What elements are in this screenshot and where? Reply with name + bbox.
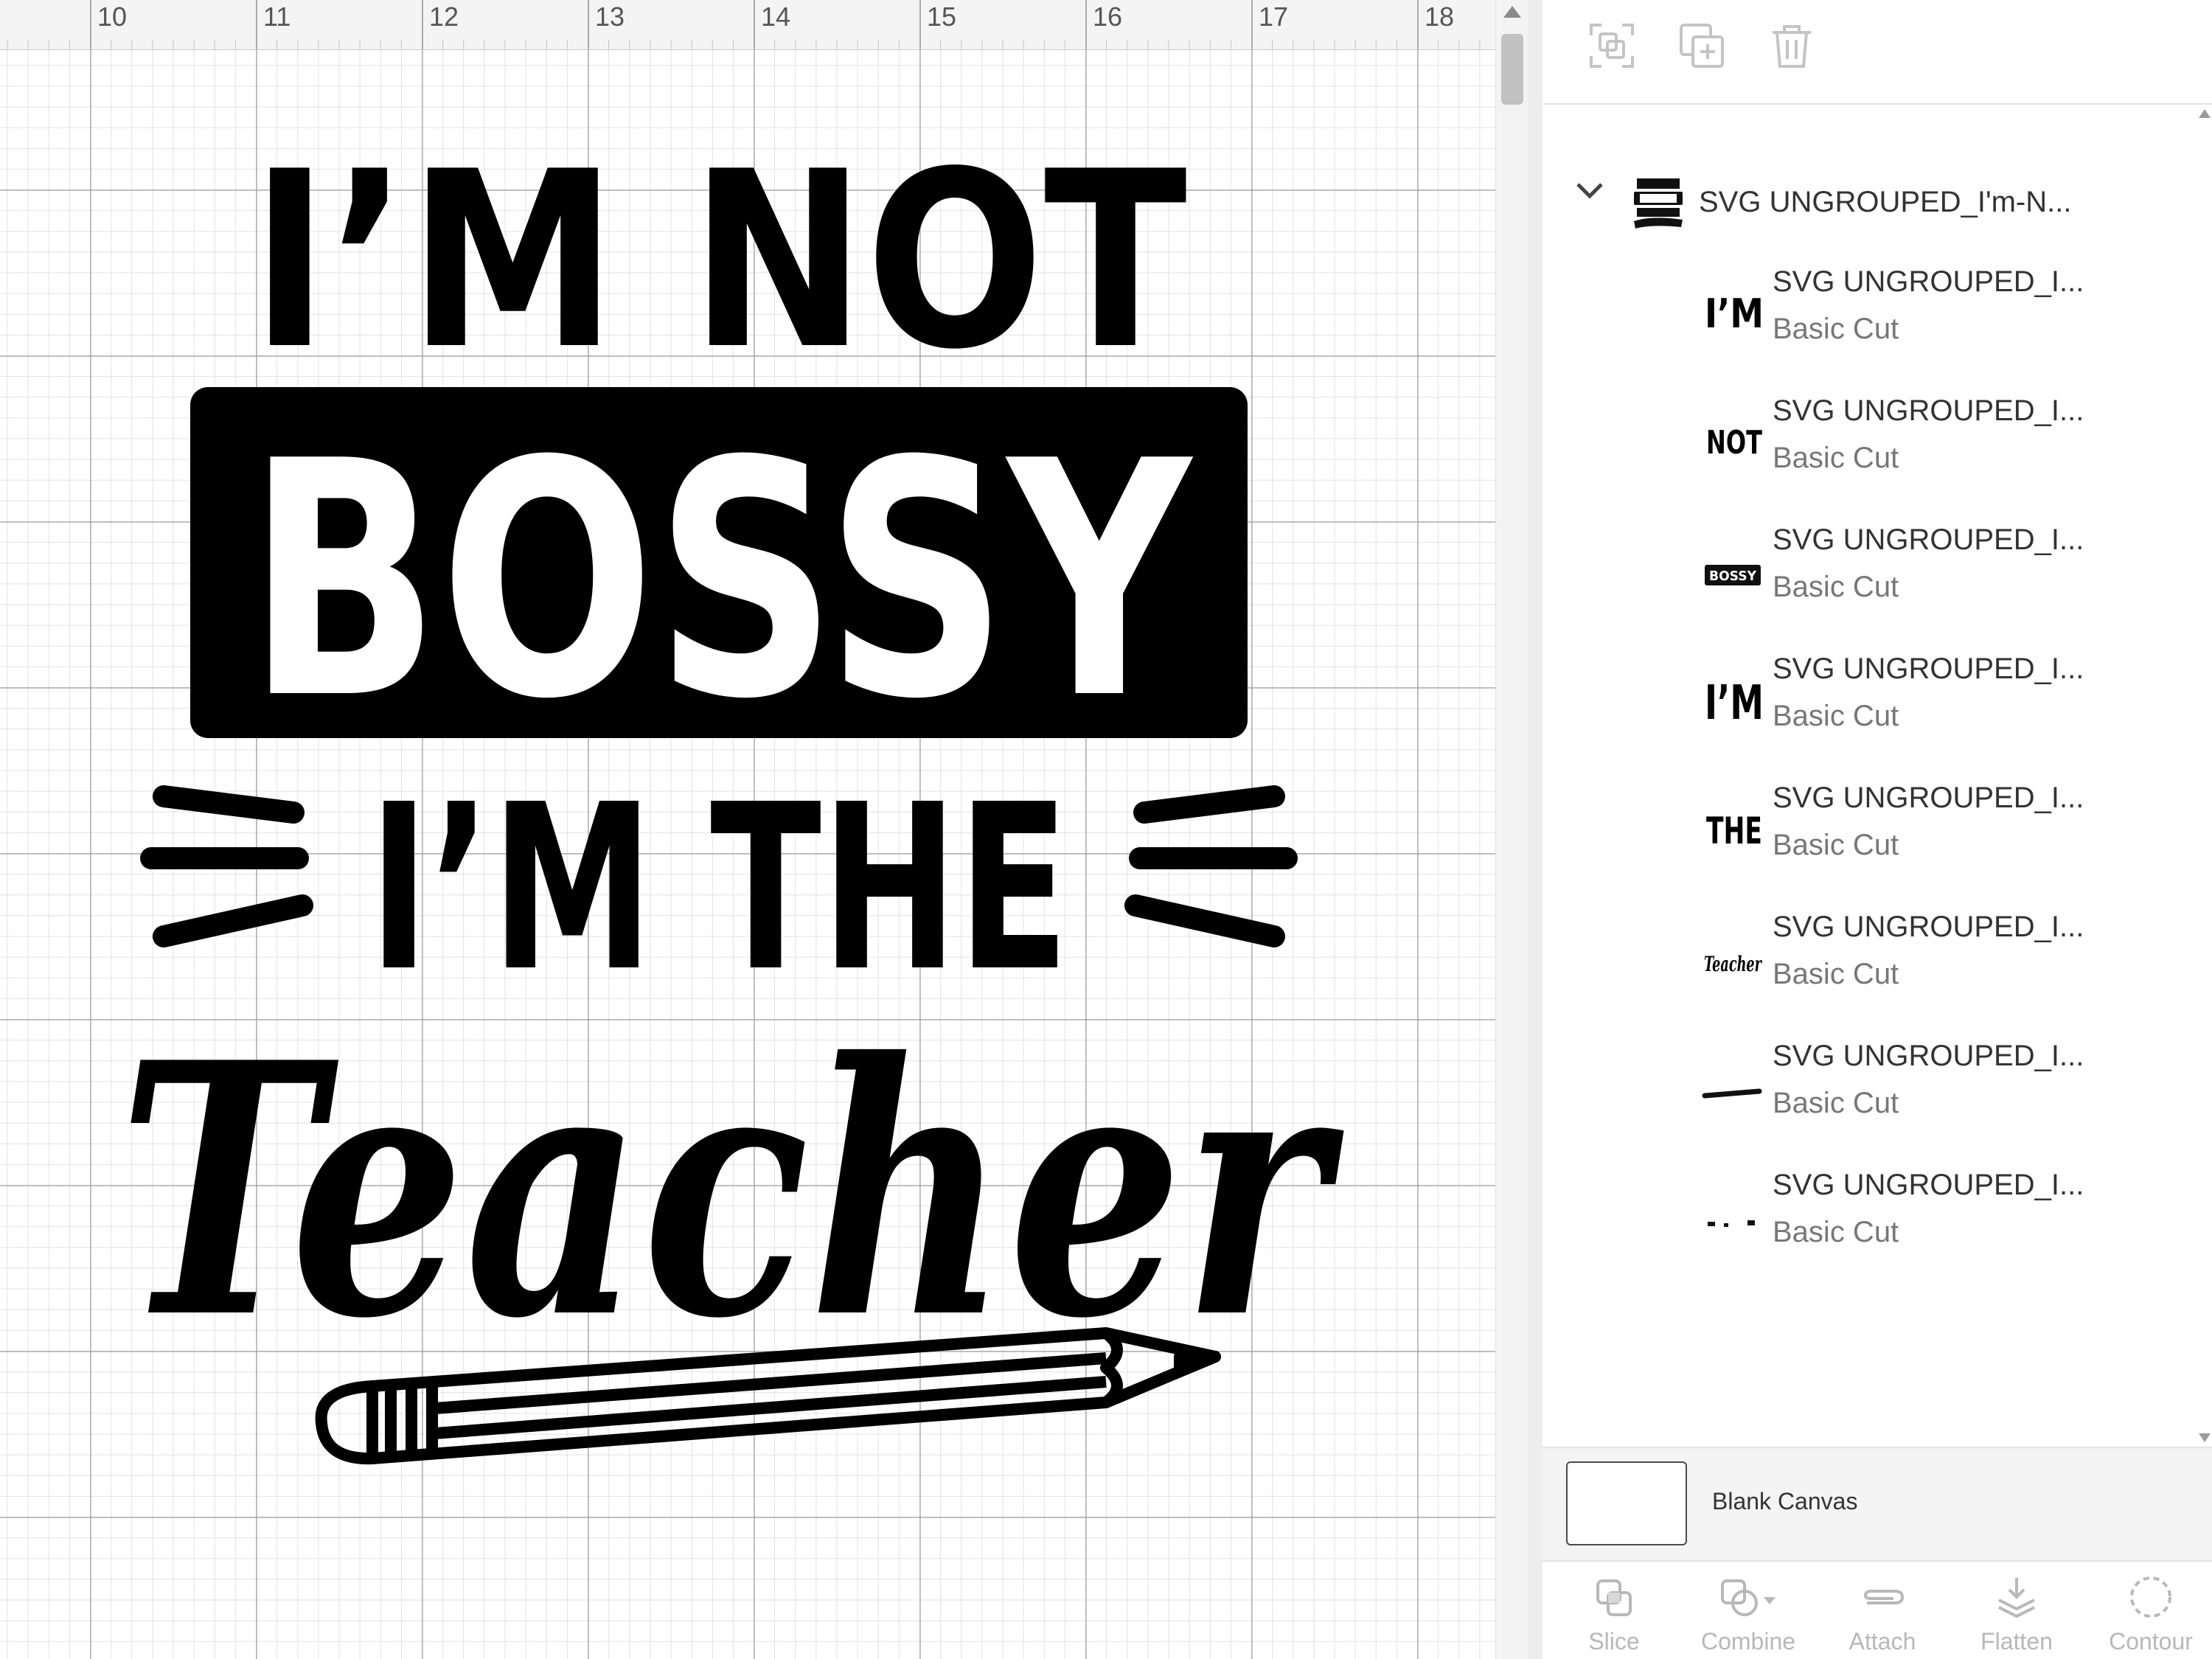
design-artwork[interactable]: I’M NOT BOSSY I’M THE Teacher: [0, 0, 1495, 1659]
layer-name: SVG UNGROUPED_I...: [1773, 653, 2084, 685]
flatten-button[interactable]: Flatten: [1954, 1575, 2079, 1659]
layer-operation-type: Basic Cut: [1773, 829, 1899, 861]
layer-thumbnail: BOSSY: [1705, 565, 1761, 585]
art-burst-lines-right: [1124, 785, 1298, 947]
layer-item[interactable]: SVG UNGROUPED_I... Basic Cut: [1543, 1155, 2196, 1281]
layer-item[interactable]: I’M SVG UNGROUPED_I... Basic Cut: [1543, 639, 2196, 765]
layer-thumbnail: THE: [1706, 810, 1762, 852]
svg-text:THE: THE: [1706, 810, 1762, 852]
flatten-label: Flatten: [1980, 1628, 2053, 1655]
canvas-vertical-scrollbar[interactable]: [1495, 0, 1528, 1659]
scroll-up-arrow-icon[interactable]: [1503, 6, 1521, 18]
svg-text:NOT: NOT: [1706, 424, 1762, 462]
layer-thumbnail: I’M: [1705, 291, 1764, 337]
layer-name: SVG UNGROUPED_I...: [1773, 782, 2084, 814]
scrollbar-thumb[interactable]: [1501, 34, 1523, 105]
layer-thumbnail: Teacher: [1704, 952, 1762, 976]
contour-icon: [2130, 1576, 2171, 1618]
ruler-number: 10: [97, 1, 128, 32]
scroll-up-arrow-icon[interactable]: [2199, 109, 2211, 118]
group-name: SVG UNGROUPED_I'm-N...: [1699, 186, 2072, 218]
combine-button[interactable]: Combine: [1686, 1575, 1811, 1659]
layer-item[interactable]: SVG UNGROUPED_I... Basic Cut: [1543, 1026, 2196, 1152]
ruler-number: 17: [1259, 1, 1289, 32]
blank-canvas-row[interactable]: Blank Canvas: [1543, 1447, 2212, 1560]
layer-item[interactable]: I’M SVG UNGROUPED_I... Basic Cut: [1543, 252, 2196, 378]
delete-icon[interactable]: [1765, 19, 1818, 72]
layer-name: SVG UNGROUPED_I...: [1773, 1169, 2084, 1201]
ruler-number: 18: [1425, 1, 1455, 32]
svg-text:BOSSY: BOSSY: [1709, 568, 1757, 584]
layer-thumbnail: NOT: [1706, 424, 1762, 462]
combine-icon: [1721, 1579, 1775, 1616]
blank-canvas-label: Blank Canvas: [1712, 1488, 1858, 1514]
layer-name: SVG UNGROUPED_I...: [1773, 265, 2084, 298]
layer-operation-type: Basic Cut: [1773, 958, 1899, 990]
art-line-im-the[interactable]: I’M THE: [369, 756, 1069, 1022]
layer-item[interactable]: NOT SVG UNGROUPED_I... Basic Cut: [1543, 381, 2196, 507]
layer-thumbnail: [1702, 1088, 1762, 1099]
group-thumbnail: [1634, 178, 1683, 229]
slice-label: Slice: [1588, 1628, 1640, 1655]
panel-divider: [1528, 0, 1543, 1659]
canvas-color-swatch[interactable]: [1566, 1461, 1687, 1545]
layers-list: SVG UNGROUPED_I'm-N... I’M SVG UNGROUPED…: [1543, 105, 2212, 1447]
combine-label: Combine: [1700, 1628, 1796, 1655]
layer-name: SVG UNGROUPED_I...: [1773, 394, 2084, 427]
duplicate-icon[interactable]: [1675, 19, 1728, 72]
attach-button[interactable]: Attach: [1820, 1575, 1945, 1659]
slice-button[interactable]: Slice: [1551, 1575, 1677, 1659]
svg-text:I’M: I’M: [1705, 291, 1764, 337]
scroll-down-arrow-icon[interactable]: [2199, 1433, 2211, 1442]
art-line-bossy[interactable]: BOSSY: [247, 392, 1194, 770]
layer-operation-type: Basic Cut: [1773, 571, 1899, 603]
ruler-number: 11: [263, 1, 291, 32]
ruler-number: 12: [429, 1, 459, 32]
svg-text:Teacher: Teacher: [1704, 952, 1762, 976]
contour-button[interactable]: Contour: [2088, 1575, 2212, 1659]
layers-panel: SVG UNGROUPED_I'm-N... I’M SVG UNGROUPED…: [1543, 0, 2212, 1659]
layers-scrollbar[interactable]: [2196, 105, 2212, 1447]
layer-name: SVG UNGROUPED_I...: [1773, 911, 2084, 943]
layer-item[interactable]: Teacher SVG UNGROUPED_I... Basic Cut: [1543, 897, 2196, 1023]
art-line-im-not[interactable]: I’M NOT: [251, 119, 1189, 403]
contour-label: Contour: [2109, 1628, 2193, 1655]
art-line-teacher[interactable]: Teacher: [118, 987, 1346, 1394]
flatten-icon: [1998, 1578, 2035, 1618]
attach-icon: [1863, 1590, 1905, 1604]
chevron-down-icon[interactable]: [1575, 180, 1604, 201]
design-canvas[interactable]: 10 11 12 13 14 15 16 17 18 I’M NOT BOSSY…: [0, 0, 1495, 1659]
slice-icon: [1596, 1579, 1632, 1616]
layer-operation-type: Basic Cut: [1773, 442, 1899, 474]
horizontal-ruler: 10 11 12 13 14 15 16 17 18: [0, 0, 1495, 50]
layer-actions-bar: Slice Combine Attach Flatten Contour: [1543, 1560, 2212, 1659]
layer-operation-type: Basic Cut: [1773, 1087, 1899, 1119]
ruler-number: 16: [1093, 1, 1123, 32]
layer-item[interactable]: THE SVG UNGROUPED_I... Basic Cut: [1543, 768, 2196, 894]
svg-text:I’M: I’M: [1705, 676, 1764, 731]
layer-thumbnail: I’M: [1705, 676, 1764, 731]
attach-label: Attach: [1848, 1628, 1916, 1655]
layer-name: SVG UNGROUPED_I...: [1773, 1040, 2084, 1072]
layer-thumbnail: [1708, 1220, 1755, 1227]
layer-group-row[interactable]: SVG UNGROUPED_I'm-N...: [1543, 142, 2196, 245]
layer-operation-type: Basic Cut: [1773, 1216, 1899, 1248]
art-burst-lines-left: [140, 785, 313, 947]
layer-name: SVG UNGROUPED_I...: [1773, 524, 2084, 556]
ruler-number: 15: [927, 1, 957, 32]
layers-toolbar: [1543, 0, 2212, 105]
group-selection-icon[interactable]: [1585, 19, 1638, 72]
layer-operation-type: Basic Cut: [1773, 313, 1899, 345]
layer-operation-type: Basic Cut: [1773, 700, 1899, 732]
ruler-number: 14: [761, 1, 791, 32]
layer-item[interactable]: BOSSY SVG UNGROUPED_I... Basic Cut: [1543, 510, 2196, 636]
ruler-number: 13: [595, 1, 625, 32]
